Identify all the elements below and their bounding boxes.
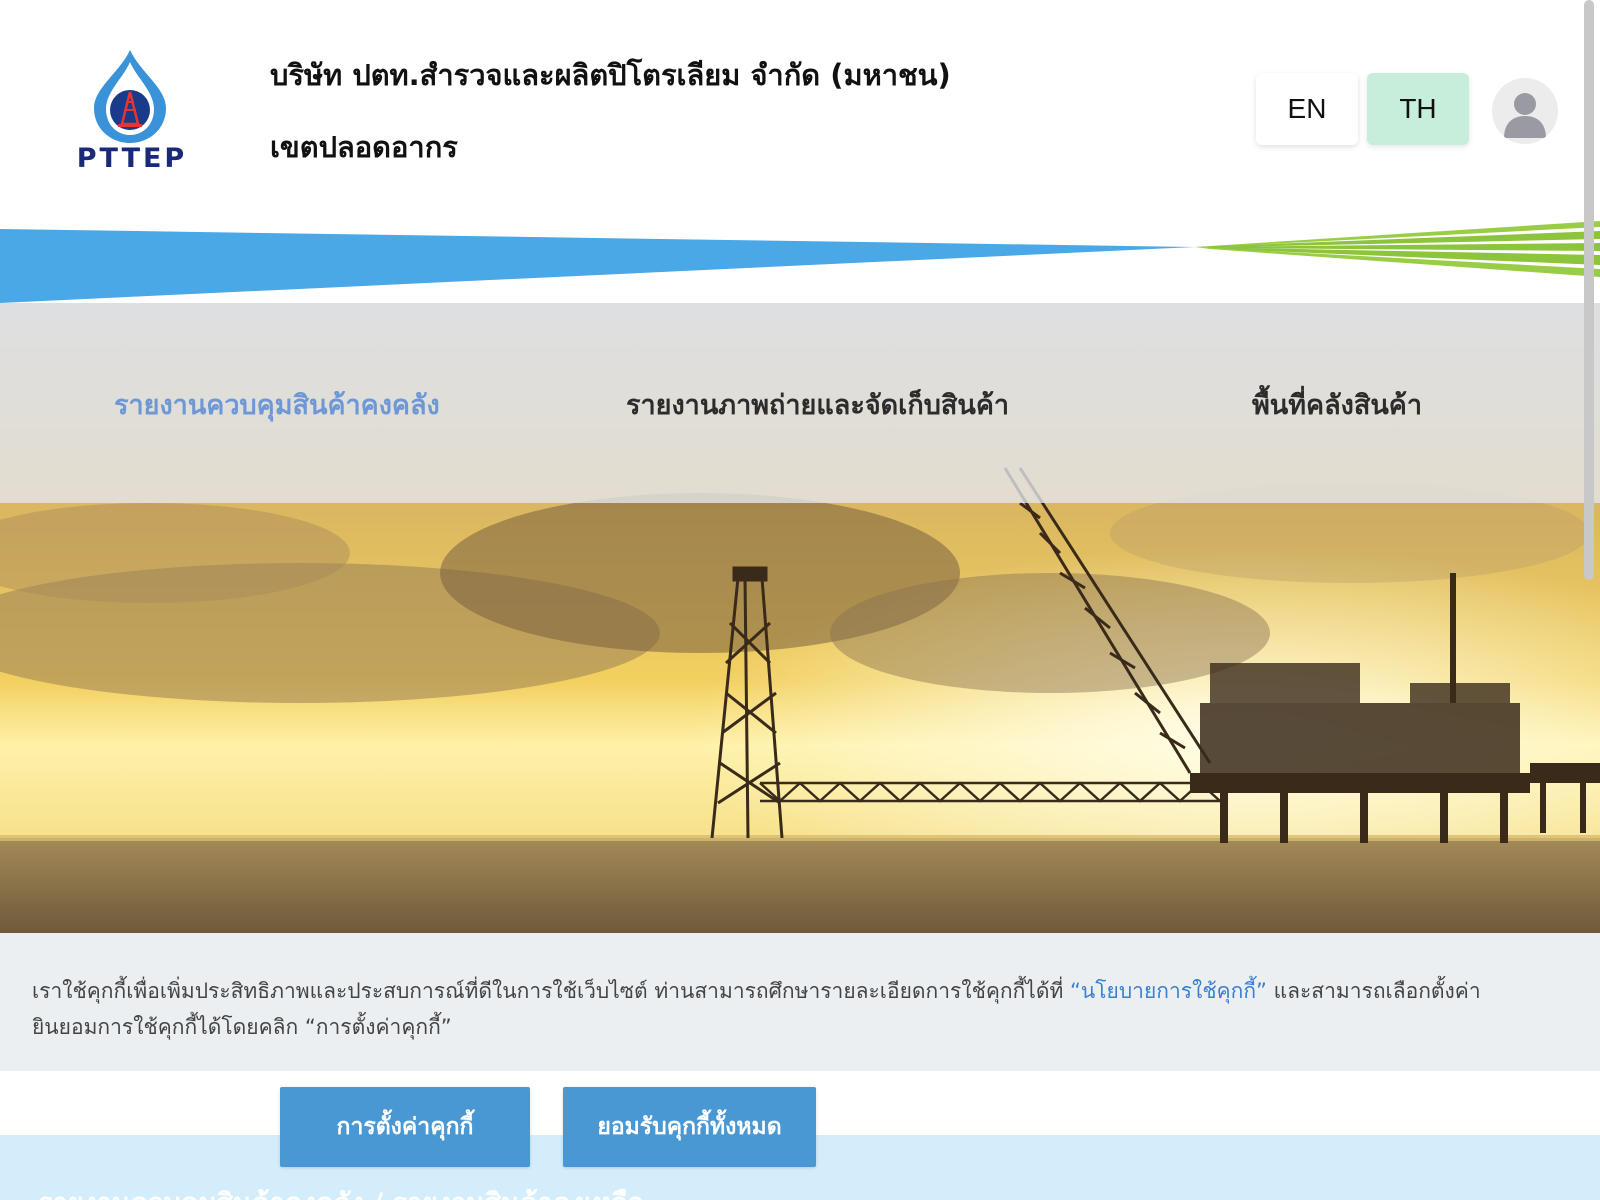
main-nav: รายงานควบคุมสินค้าคงคลัง รายงานภาพถ่ายแล… [0, 303, 1600, 503]
header-stripe [0, 221, 1600, 303]
logo-text: PTTEP [76, 143, 188, 174]
cookie-text-1: เราใช้คุกกี้เพื่อเพิ่มประสิทธิภาพและประส… [32, 979, 1071, 1003]
user-avatar[interactable] [1492, 78, 1558, 144]
nav-inventory-control[interactable]: รายงานควบคุมสินค้าคงคลัง [114, 383, 440, 426]
user-icon [1504, 93, 1546, 138]
page-scrollbar[interactable] [1581, 0, 1597, 585]
nav-photo-storage-report[interactable]: รายงานภาพถ่ายและจัดเก็บสินค้า [626, 383, 1009, 426]
drop-logo-icon [94, 50, 166, 143]
lang-th-button[interactable]: TH [1367, 73, 1469, 145]
lang-en-button[interactable]: EN [1256, 73, 1358, 145]
cookie-message: เราใช้คุกกี้เพื่อเพิ่มประสิทธิภาพและประส… [32, 973, 1512, 1045]
cookie-settings-button[interactable]: การตั้งค่าคุกกี้ [280, 1087, 530, 1167]
company-name: บริษัท ปตท.สำรวจและผลิตปิโตรเลียม จำกัด … [270, 58, 951, 92]
site-header: PTTEP บริษัท ปตท.สำรวจและผลิตปิโตรเลียม … [0, 0, 1600, 225]
cookie-banner: เราใช้คุกกี้เพื่อเพิ่มประสิทธิภาพและประส… [0, 933, 1600, 1071]
page-subtitle: เขตปลอดอากร [270, 130, 458, 164]
nav-warehouse-area[interactable]: พื้นที่คลังสินค้า [1252, 383, 1422, 426]
scrollbar-thumb[interactable] [1584, 0, 1594, 580]
accept-all-cookies-button[interactable]: ยอมรับคุกกี้ทั้งหมด [563, 1087, 816, 1167]
cookie-policy-link[interactable]: “นโยบายการใช้คุกกี้” [1070, 979, 1267, 1003]
pttep-logo[interactable]: PTTEP [52, 48, 212, 178]
breadcrumb: รายงานควบคุมสินค้าคงคลัง / รายงานสินค้าค… [38, 1181, 644, 1200]
